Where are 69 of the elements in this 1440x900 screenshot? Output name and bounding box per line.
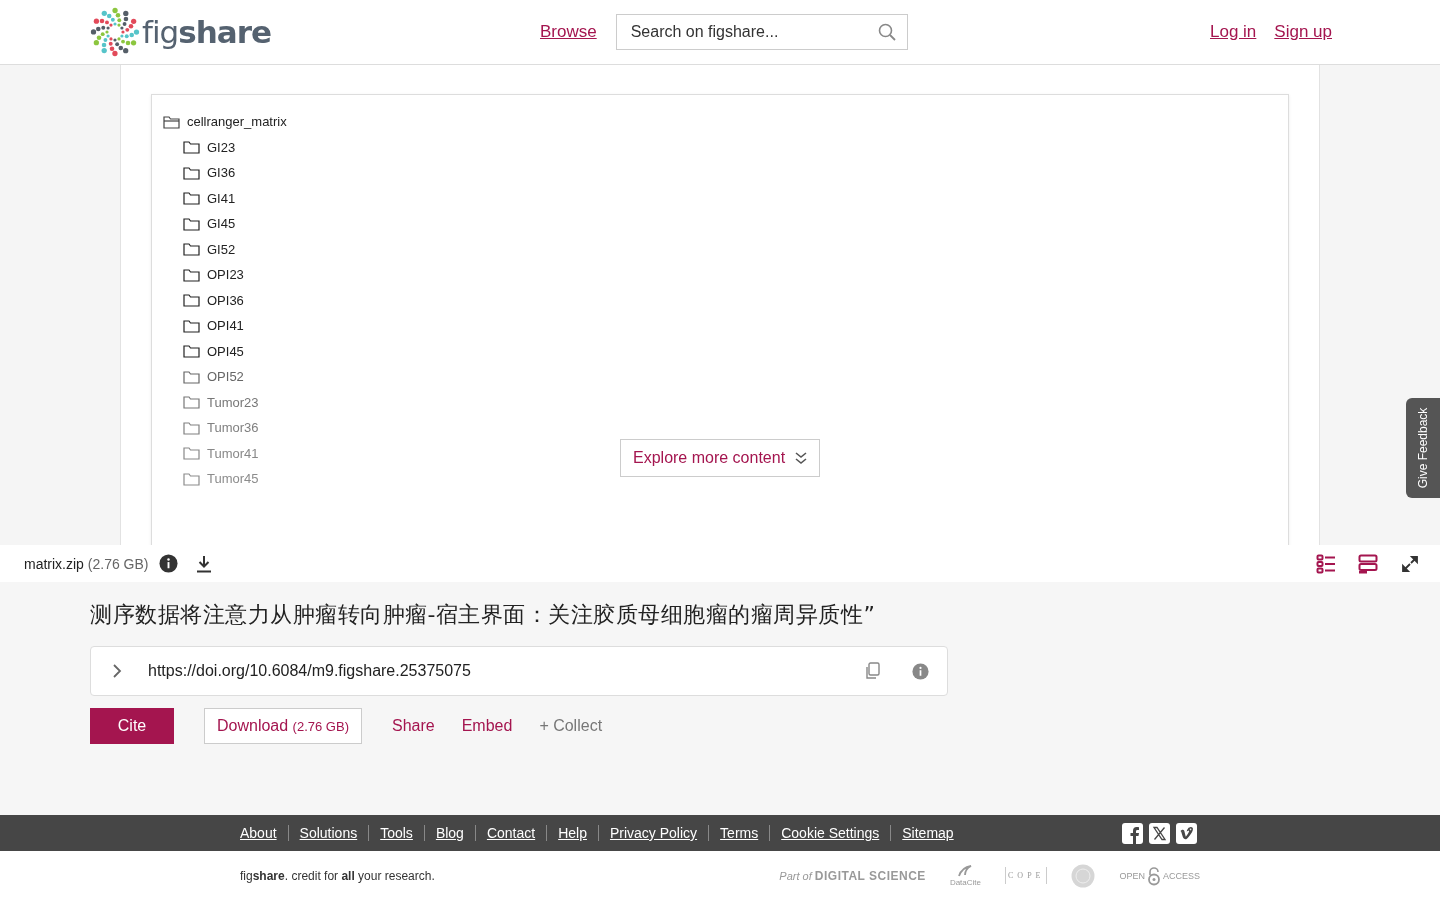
folder-icon [183, 191, 200, 206]
footer-link[interactable]: About [240, 825, 277, 841]
folder-icon [183, 293, 200, 308]
folder-icon [183, 446, 200, 461]
signup-link[interactable]: Sign up [1274, 22, 1332, 42]
embed-button[interactable]: Embed [461, 717, 513, 735]
tree-item[interactable]: OPI41 [163, 313, 244, 339]
folder-icon [183, 395, 200, 410]
tagline: figshare. credit for all your research. [240, 868, 436, 883]
tree-item[interactable]: Tumor23 [163, 389, 259, 415]
copy-icon[interactable] [864, 662, 880, 680]
footer-link[interactable]: Cookie Settings [781, 825, 880, 841]
tree-item[interactable]: OPI52 [163, 364, 244, 390]
collect-button[interactable]: + Collect [539, 717, 603, 735]
search-icon[interactable] [877, 23, 896, 41]
facebook-icon[interactable] [1122, 822, 1143, 844]
folder-icon [183, 242, 200, 257]
info-icon[interactable] [158, 554, 178, 573]
file-name: matrix.zip (2.76 GB) [24, 555, 149, 572]
vimeo-icon[interactable] [1176, 822, 1197, 844]
footer-link[interactable]: Solutions [299, 825, 358, 841]
dataset-title: 测序数据将注意力从肿瘤转向肿瘤-宿主界面：关注胶质母细胞瘤的瘤周异质性” [90, 601, 877, 629]
download-button[interactable]: Download (2.76 GB) [204, 708, 362, 744]
cite-button[interactable]: Cite [90, 708, 174, 744]
feedback-tab[interactable]: Give Feedback [1406, 398, 1440, 498]
folder-icon [183, 318, 200, 333]
share-button[interactable]: Share [391, 717, 435, 735]
x-icon[interactable] [1149, 822, 1170, 844]
tree-item[interactable]: OPI45 [163, 338, 244, 364]
browse-link[interactable]: Browse [540, 22, 597, 42]
footer-link[interactable]: Blog [435, 825, 464, 841]
tree-item[interactable]: Tumor45 [163, 466, 259, 492]
chevron-right-icon[interactable] [112, 663, 122, 679]
folder-icon [183, 140, 200, 155]
login-link[interactable]: Log in [1210, 22, 1257, 42]
logo-text[interactable]: figshare [142, 14, 271, 50]
download-icon[interactable] [194, 554, 213, 573]
folder-icon [183, 344, 200, 359]
footer-link[interactable]: Privacy Policy [609, 825, 698, 841]
stacked-view-icon[interactable] [1358, 553, 1378, 574]
doi-link[interactable]: https://doi.org/10.6084/m9.figshare.25375075 [148, 662, 864, 680]
tree-item[interactable]: GI41 [163, 185, 236, 211]
double-chevron-icon [795, 451, 808, 465]
folder-icon [183, 369, 200, 384]
tree-item[interactable]: GI45 [163, 211, 236, 237]
footer-link[interactable]: Sitemap [902, 825, 954, 841]
footer-link[interactable]: Contact [486, 825, 536, 841]
list-view-icon[interactable] [1316, 553, 1336, 574]
tree-item[interactable]: GI23 [163, 134, 236, 160]
folder-icon [163, 114, 180, 129]
explore-more-button[interactable]: Explore more content [620, 439, 821, 477]
tree-item[interactable]: OPI36 [163, 287, 244, 313]
search-field[interactable]: Search on figshare... [615, 14, 908, 50]
footer-link[interactable]: Terms [720, 825, 759, 841]
tree-item[interactable]: cellranger_matrix [163, 109, 287, 135]
folder-icon [183, 471, 200, 486]
tree-item[interactable]: GI52 [163, 236, 236, 262]
folder-icon [183, 216, 200, 231]
tree-item[interactable]: OPI23 [163, 262, 244, 288]
tree-item[interactable]: Tumor36 [163, 415, 259, 441]
tree-item[interactable]: GI36 [163, 160, 236, 186]
tree-item[interactable]: Tumor41 [163, 440, 259, 466]
footer-link[interactable]: Help [558, 825, 587, 841]
footer-link[interactable]: Tools [380, 825, 413, 841]
folder-icon [183, 267, 200, 282]
expand-icon[interactable] [1402, 555, 1418, 572]
folder-icon [183, 165, 200, 180]
folder-icon [183, 420, 200, 435]
logo-icon [90, 7, 140, 57]
